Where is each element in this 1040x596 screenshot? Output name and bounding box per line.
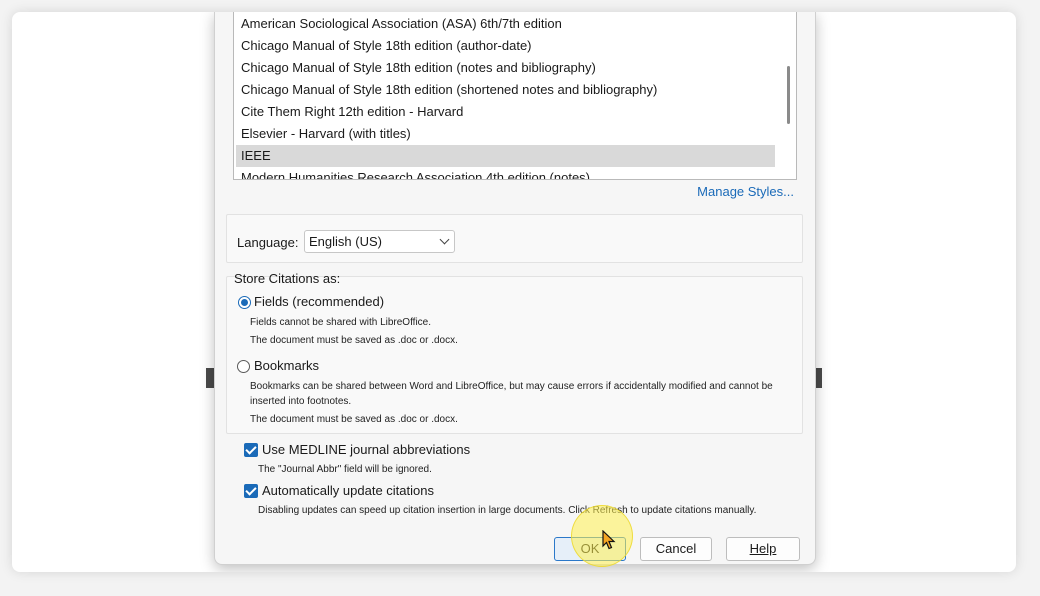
fields-note: Fields cannot be shared with LibreOffice… <box>250 317 432 328</box>
language-select[interactable]: English (US) <box>304 230 455 253</box>
language-label: Language: <box>237 235 299 250</box>
style-item[interactable]: Modern Humanities Research Association 4… <box>236 167 775 179</box>
medline-label[interactable]: Use MEDLINE journal abbreviations <box>262 442 470 457</box>
chevron-down-icon <box>439 234 450 245</box>
fields-label[interactable]: Fields (recommended) <box>254 294 384 309</box>
style-item[interactable]: Chicago Manual of Style 18th edition (au… <box>236 35 775 57</box>
bookmarks-radio[interactable] <box>237 360 250 373</box>
bookmarks-label[interactable]: Bookmarks <box>254 358 319 373</box>
style-item[interactable]: Chicago Manual of Style 18th edition (sh… <box>236 79 775 101</box>
help-button[interactable]: Help <box>726 537 800 561</box>
style-item[interactable]: American Sociological Association (ASA) … <box>236 13 775 35</box>
language-value: English (US) <box>309 234 382 249</box>
mouse-pointer-icon <box>602 530 616 550</box>
medline-checkbox[interactable] <box>244 443 258 457</box>
fields-radio[interactable] <box>238 296 251 309</box>
medline-note: The "Journal Abbr" field will be ignored… <box>258 464 432 475</box>
bookmarks-note: The document must be saved as .doc or .d… <box>250 414 458 425</box>
auto-update-label[interactable]: Automatically update citations <box>262 483 434 498</box>
document-preferences-dialog: American Sociological Association (ASA) … <box>214 12 816 565</box>
fields-note: The document must be saved as .doc or .d… <box>250 335 458 346</box>
style-item[interactable]: Elsevier - Harvard (with titles) <box>236 123 775 145</box>
citation-style-list[interactable]: American Sociological Association (ASA) … <box>233 12 797 180</box>
auto-update-note: Disabling updates can speed up citation … <box>258 505 757 516</box>
style-item[interactable]: Cite Them Right 12th edition - Harvard <box>236 101 775 123</box>
screen-frame: American Sociological Association (ASA) … <box>12 12 1016 572</box>
auto-update-checkbox[interactable] <box>244 484 258 498</box>
style-item[interactable]: Chicago Manual of Style 18th edition (no… <box>236 57 775 79</box>
cancel-button[interactable]: Cancel <box>640 537 712 561</box>
manage-styles-link[interactable]: Manage Styles... <box>697 184 794 199</box>
document-band-left <box>206 368 214 388</box>
bookmarks-note: inserted into footnotes. <box>250 396 352 407</box>
style-item-selected[interactable]: IEEE <box>236 145 775 167</box>
help-label: Help <box>749 541 777 556</box>
bookmarks-note: Bookmarks can be shared between Word and… <box>250 381 773 392</box>
style-list-scrollbar[interactable] <box>787 66 790 124</box>
store-citations-title: Store Citations as: <box>234 271 341 286</box>
